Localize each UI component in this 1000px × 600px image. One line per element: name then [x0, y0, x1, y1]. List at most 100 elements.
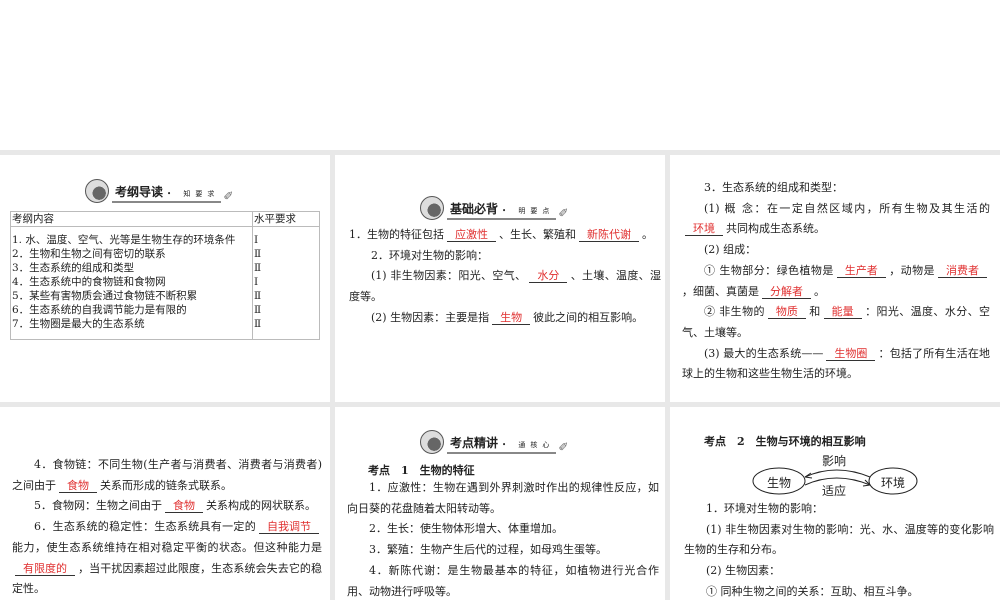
badge-title: 基础必背: [447, 200, 502, 220]
text: (1) 非生物因素：阳光、空气、: [371, 269, 527, 283]
dart-icon: ✐: [558, 206, 569, 220]
text: 6．生态系统的稳定性：生态系统具有一定的: [34, 520, 256, 534]
answer-blank: 生物: [492, 311, 531, 325]
answer-blank: 消费者: [938, 264, 988, 278]
outline-item: 6．生态系统的自我调节能力是有限的: [12, 304, 187, 316]
topic-heading: 考点 1 生物的特征: [368, 464, 475, 477]
text: 1．环境对生物的影响：: [706, 502, 823, 515]
outline-item: 7．生物圈是最大的生态系统: [12, 318, 145, 330]
paragraph: 2．环境对生物的影响：: [349, 246, 661, 267]
paragraph: 3．繁殖：生物产生后代的过程，如母鸡生蛋等。: [347, 540, 659, 561]
section-badge: 考点精讲 • 通核心 ✐: [420, 430, 568, 454]
text: 5．食物网：生物之间由于: [34, 499, 162, 513]
col-header: 水平要求: [252, 211, 320, 227]
text: 。: [642, 228, 653, 241]
answer-blank: 物质: [767, 305, 806, 320]
book-icon: [420, 430, 444, 454]
slide-food-chain[interactable]: 4．食物链：不同生物(生产者与消费者、消费者与消费者)之间由于 食物 关系而形成的链…: [0, 407, 330, 600]
dart-icon: ✐: [558, 440, 569, 454]
text: ，动物是: [888, 263, 936, 277]
slide-text: 1．环境对生物的影响： (1) 非生物因素对生物的影响：光、水、温度等的变化影响生…: [684, 499, 994, 600]
text: (3) 最大的生态系统——: [704, 346, 824, 360]
text: 关系构成的网状联系。: [206, 499, 316, 513]
paragraph: (1) 非生物因素：阳光、空气、 水分 、土壤、温度、湿度等。: [349, 266, 661, 307]
slide-text: 3．生态系统的组成和类型： (1) 概 念：在一定自然区域内，所有生物及其生活的环…: [682, 178, 990, 385]
section-badge: 基础必背 • 明要点 ✐: [420, 196, 568, 220]
outline-item: 1. 水、温度、空气、光等是生物生存的环境条件: [12, 234, 236, 246]
paragraph: (2) 组成：: [682, 240, 990, 261]
text: 3．繁殖：生物产生后代的过程，如母鸡生蛋等。: [369, 543, 607, 557]
text: (2) 生物因素：主要是指: [371, 310, 490, 324]
level-value: Ⅱ: [254, 248, 262, 260]
node-organism-label: 生物: [767, 476, 792, 490]
arrow-label-adapt: 适应: [822, 484, 847, 498]
answer-blank: 食物: [59, 479, 97, 493]
paragraph: ① 同种生物之间的关系：互助、相互斗争。: [684, 582, 994, 600]
answer-blank: 新陈代谢: [579, 228, 639, 242]
text: 1．生物的特征包括: [349, 228, 444, 241]
dart-icon: ✐: [223, 189, 234, 203]
outline-item: 4．生态系统中的食物链和食物网: [12, 276, 166, 288]
paragraph: 6．生态系统的稳定性：生态系统具有一定的 自我调节能力，使生态系统维持在相对稳定平…: [12, 517, 322, 600]
text: 2．环境对生物的影响：: [371, 248, 488, 262]
section-badge: 考纲导读 • 知要求 ✐: [85, 179, 233, 203]
book-icon: [420, 196, 444, 220]
paragraph: (3) 最大的生态系统—— 生物圈 ：包括了所有生活在地球上的生物和这些生物生活的环…: [682, 344, 990, 385]
paragraph: (1) 概 念：在一定自然区域内，所有生物及其生活的环境 共同构成生态系统。: [682, 199, 990, 240]
level-value: Ⅱ: [254, 304, 262, 316]
text: (2) 生物因素：: [706, 564, 781, 578]
text: (1) 概 念：在一定自然区域内，所有生物及其生活的: [704, 201, 990, 215]
outline-item: 5．某些有害物质会通过食物链不断积累: [12, 290, 198, 302]
paragraph: (2) 生物因素：主要是指 生物 彼此之间的相互影响。: [349, 308, 661, 329]
level-value: Ⅰ: [254, 234, 259, 246]
slide-key-points-1[interactable]: 考点精讲 • 通核心 ✐ 考点 1 生物的特征 1．应激性：生物在遇到外界刺激时…: [335, 407, 665, 600]
answer-blank: 食物: [165, 499, 203, 514]
level-value: Ⅰ: [254, 276, 259, 288]
book-icon: [85, 179, 109, 203]
text: ① 同种生物之间的关系：互助、相互斗争。: [706, 584, 919, 598]
badge-title: 考纲导读: [112, 183, 167, 203]
paragraph: 4．食物链：不同生物(生产者与消费者、消费者与消费者)之间由于 食物 关系而形成的链…: [12, 455, 322, 496]
badge-subtitle: • 明要点: [500, 206, 557, 220]
slide-basics[interactable]: 基础必背 • 明要点 ✐ 1．生物的特征包括 应激性 、生长、繁殖和 新陈代谢。 2．环…: [335, 155, 665, 402]
slide-text: 4．食物链：不同生物(生产者与消费者、消费者与消费者)之间由于 食物 关系而形成的链…: [12, 455, 322, 600]
text: 共同构成生态系统。: [726, 222, 825, 236]
paragraph: 2．生长：使生物体形增大、体重增加。: [347, 519, 659, 540]
influence-arrow: [804, 469, 871, 478]
topic-heading: 考点 2 生物与环境的相互影响: [704, 435, 866, 448]
paragraph: 1．环境对生物的影响：: [684, 499, 994, 520]
arrow-label-influence: 影响: [822, 454, 847, 468]
node-environment-label: 环境: [881, 476, 906, 490]
text: 2．生长：使生物体形增大、体重增加。: [369, 522, 563, 536]
answer-blank: 环境: [685, 222, 723, 237]
paragraph: (1) 非生物因素对生物的影响：光、水、温度等的变化影响生物的生存和分布。: [684, 520, 994, 561]
badge-sub-text: 知要求: [183, 190, 220, 198]
paragraph: 4．新陈代谢：是生物最基本的特征，如植物进行光合作用、动物进行呼吸等。: [347, 561, 659, 600]
outline-item: 2．生物和生物之间有密切的联系: [12, 248, 166, 260]
text: 和: [808, 305, 821, 319]
content-cell: 1. 水、温度、空气、光等是生物生存的环境条件 2．生物和生物之间有密切的联系 3．…: [10, 226, 253, 340]
badge-subtitle: • 通核心: [500, 440, 557, 454]
answer-blank: 分解者: [762, 285, 811, 299]
answer-blank: 能量: [823, 305, 862, 320]
slide-ecosystem[interactable]: 3．生态系统的组成和类型： (1) 概 念：在一定自然区域内，所有生物及其生活的环…: [670, 155, 1000, 402]
text: (1) 非生物因素对生物的影响：光、水、温度等的变化影响生物的生存和分布。: [684, 522, 994, 557]
outline-item: 3．生态系统的组成和类型: [12, 262, 135, 274]
answer-blank: 水分: [529, 269, 568, 284]
text: ① 生物部分：绿色植物是: [704, 263, 834, 277]
paragraph: ② 非生物的 物质和能量 ：阳光、温度、水分、空气、土壤等。: [682, 302, 990, 343]
answer-blank: 应激性: [447, 228, 496, 242]
slide-text: 1．生物的特征包括 应激性 、生长、繁殖和 新陈代谢。 2．环境对生物的影响： (1) 非…: [349, 225, 661, 329]
outline-table: 考纲内容 水平要求 1. 水、温度、空气、光等是生物生存的环境条件 2．生物和生物之…: [10, 211, 320, 340]
text: 4．新陈代谢：是生物最基本的特征，如植物进行光合作用、动物进行呼吸等。: [347, 563, 659, 598]
paragraph: ① 生物部分：绿色植物是 生产者 ，动物是 消费者 ，细菌、真菌是 分解者。: [682, 261, 990, 302]
slide-key-points-2[interactable]: 考点 2 生物与环境的相互影响 生物 环境 影响 适应 1．环境对生物的影响： (…: [670, 407, 1000, 600]
text: ② 非生物的: [704, 305, 765, 319]
level-value: Ⅱ: [254, 290, 262, 302]
text: 、生长、繁殖和: [499, 228, 576, 241]
answer-blank: 自我调节: [259, 520, 319, 535]
text: 能力，使生态系统维持在相对稳定平衡的状态。但这种能力是: [12, 540, 322, 554]
text: ，细菌、真菌是: [682, 284, 759, 298]
answer-blank: 生产者: [836, 264, 886, 278]
badge-sub-text: 通核心: [518, 441, 555, 449]
